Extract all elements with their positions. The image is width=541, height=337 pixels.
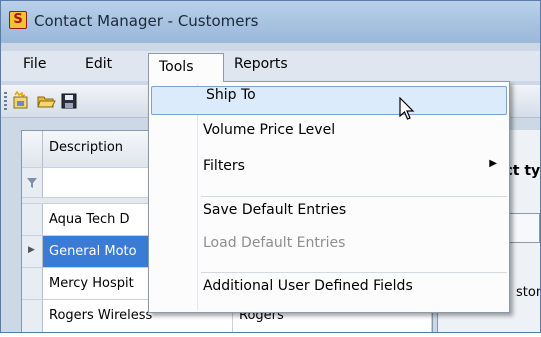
submenu-arrow-icon: ▶ xyxy=(489,158,497,169)
menu-item-save-default-entries[interactable]: Save Default Entries xyxy=(149,202,509,231)
menu-item-filters[interactable]: Filters ▶ xyxy=(149,158,509,187)
tools-dropdown-menu: Ship To Volume Price Level Filters ▶ Sav… xyxy=(148,81,510,313)
title-bar[interactable]: S Contact Manager - Customers xyxy=(1,1,540,43)
detail-text: stome xyxy=(516,285,540,300)
menu-item-ship-to[interactable]: Ship To xyxy=(151,86,507,115)
menu-bar: File Edit Tools Reports xyxy=(1,51,540,82)
menu-reports[interactable]: Reports xyxy=(234,56,288,78)
mouse-cursor-icon xyxy=(399,97,415,120)
menu-item-label: Ship To xyxy=(206,87,256,103)
menu-item-label: Filters xyxy=(203,158,245,174)
menu-item-label: Volume Price Level xyxy=(203,122,336,138)
menu-edit[interactable]: Edit xyxy=(85,56,112,78)
menu-item-volume-price-level[interactable]: Volume Price Level xyxy=(149,122,509,151)
menu-separator xyxy=(201,272,507,273)
menu-gutter-line xyxy=(197,84,198,310)
menu-file[interactable]: File xyxy=(23,56,46,78)
row-selector[interactable] xyxy=(22,204,43,236)
row-selector[interactable] xyxy=(22,268,43,300)
menu-item-additional-user-defined-fields[interactable]: Additional User Defined Fields xyxy=(149,278,509,307)
menu-item-label: Additional User Defined Fields xyxy=(203,278,413,294)
toolbar-grip[interactable] xyxy=(4,92,7,110)
menu-item-label: Save Default Entries xyxy=(203,202,347,218)
filter-row-selector xyxy=(22,168,43,198)
app-logo-icon: S xyxy=(9,11,27,29)
window-title: Contact Manager - Customers xyxy=(34,12,259,30)
menu-tools[interactable]: Tools xyxy=(148,53,224,82)
row-selector[interactable] xyxy=(22,300,43,332)
new-record-icon[interactable] xyxy=(11,91,31,111)
filter-icon[interactable] xyxy=(27,178,37,188)
app-window: S Contact Manager - Customers File Edit … xyxy=(0,0,541,333)
menu-separator xyxy=(201,196,507,197)
row-selector-current[interactable]: ▶ xyxy=(22,236,43,268)
menu-item-load-default-entries[interactable]: Load Default Entries xyxy=(149,235,509,264)
menu-item-label: Load Default Entries xyxy=(203,235,346,251)
save-disk-icon[interactable] xyxy=(59,91,79,111)
current-row-arrow-icon: ▶ xyxy=(28,245,35,255)
open-folder-icon[interactable] xyxy=(36,91,56,111)
grid-corner xyxy=(22,131,43,168)
